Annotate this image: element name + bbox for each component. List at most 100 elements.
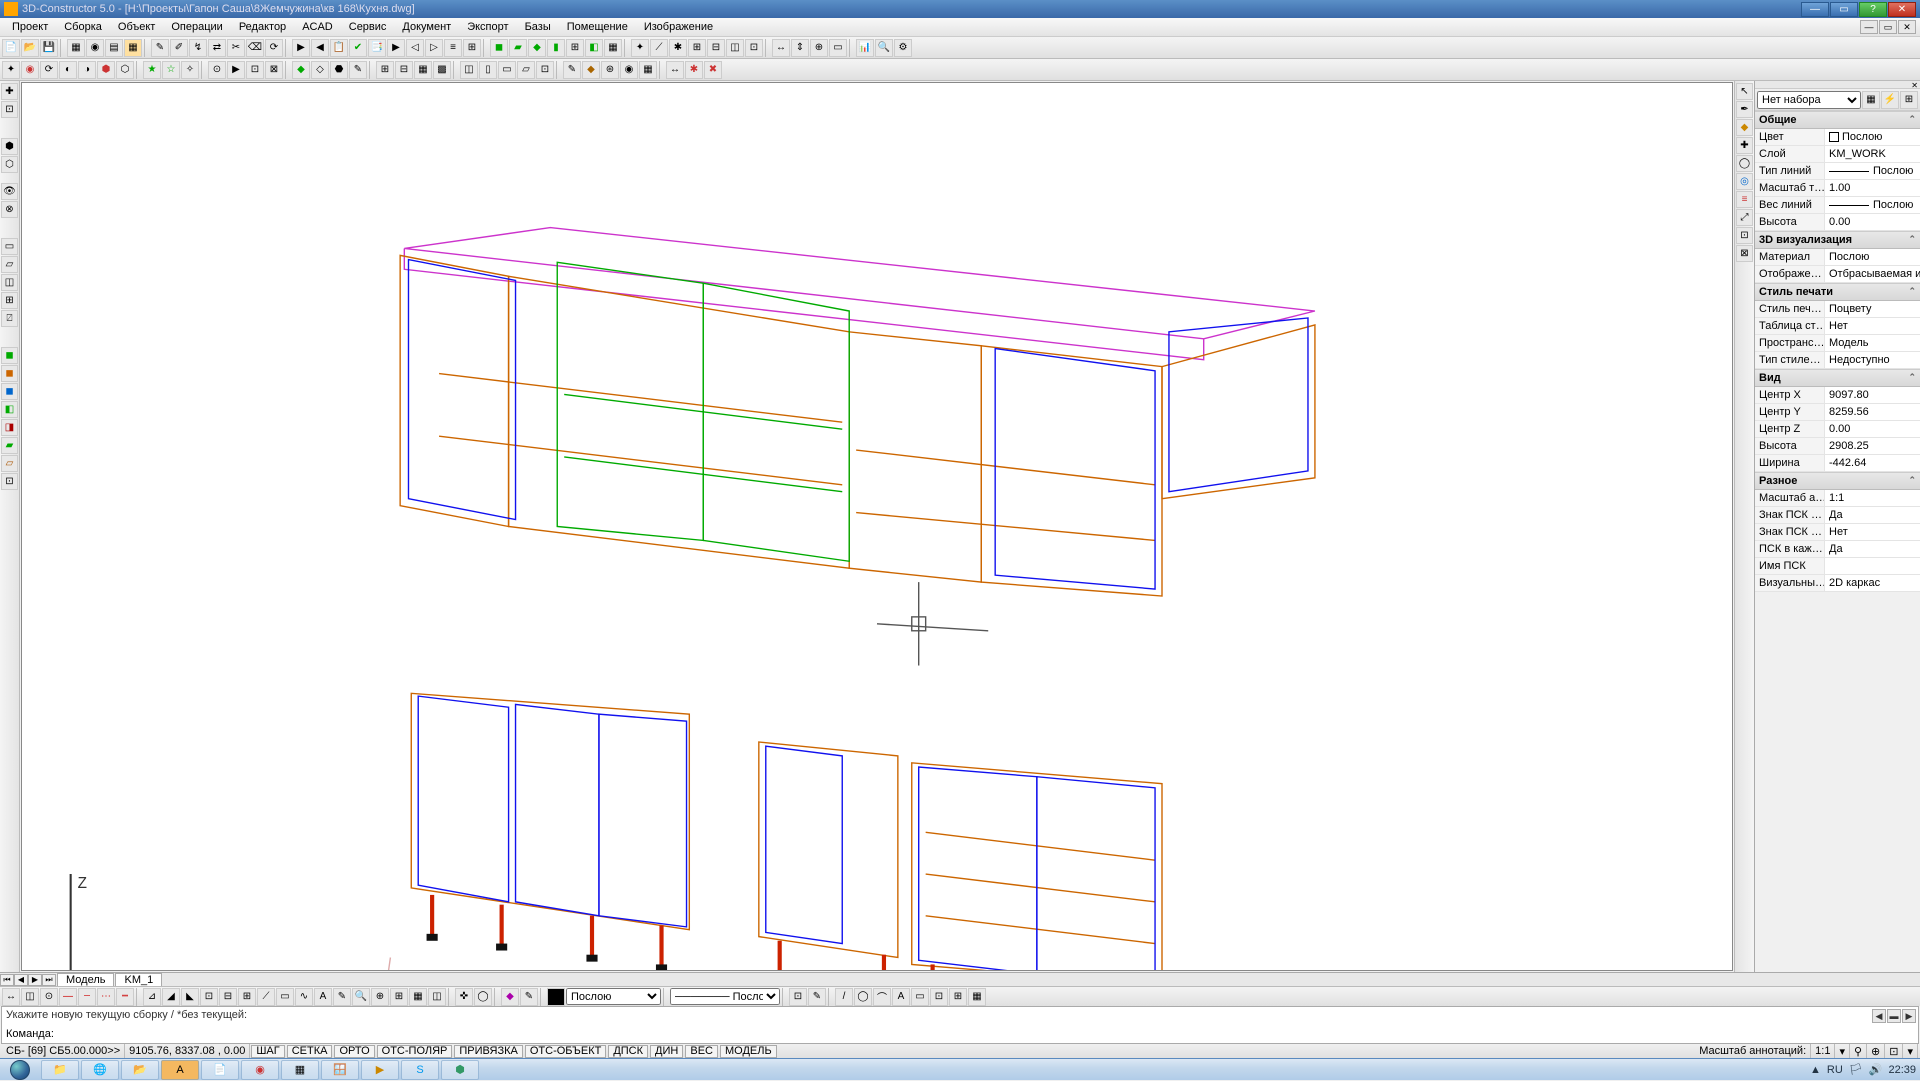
tool-icon[interactable]: ✂: [227, 39, 245, 57]
prop-row[interactable]: МатериалПослою: [1755, 249, 1920, 266]
tool-icon[interactable]: ┄: [78, 988, 96, 1006]
tool-icon[interactable]: ✚: [1, 83, 18, 100]
tool-icon[interactable]: ✖: [704, 61, 722, 79]
tool-icon[interactable]: ◼: [1, 365, 18, 382]
tool-icon[interactable]: ⊗: [1, 201, 18, 218]
tool-icon[interactable]: ∿: [295, 988, 313, 1006]
tool-icon[interactable]: ◫: [428, 988, 446, 1006]
tool-icon[interactable]: ⟋: [650, 39, 668, 57]
tool-icon[interactable]: ↔: [2, 988, 20, 1006]
toggle-lwt[interactable]: ВЕС: [685, 1045, 718, 1058]
status-icon[interactable]: ⚲: [1850, 1044, 1867, 1058]
tool-icon[interactable]: ▭: [498, 61, 516, 79]
tool-icon[interactable]: —: [59, 988, 77, 1006]
tool-icon[interactable]: ⊡: [1, 101, 18, 118]
save-icon[interactable]: 💾: [40, 39, 58, 57]
tool-icon[interactable]: ▰: [509, 39, 527, 57]
toggle-polar[interactable]: ОТС-ПОЛЯР: [377, 1045, 453, 1058]
prop-row[interactable]: Таблица ст…Нет: [1755, 318, 1920, 335]
toggle-snap[interactable]: ШАГ: [251, 1045, 284, 1058]
toggle-dyn[interactable]: ДИН: [650, 1045, 683, 1058]
prop-tool-icon[interactable]: ▦: [1862, 91, 1880, 109]
tool-icon[interactable]: ◐: [59, 61, 77, 79]
tool-icon[interactable]: ✚: [1736, 137, 1753, 154]
tool-icon[interactable]: ▦: [968, 988, 986, 1006]
tool-icon[interactable]: ⊡: [200, 988, 218, 1006]
tool-icon[interactable]: 👁: [1, 183, 18, 200]
tool-icon[interactable]: ⊛: [601, 61, 619, 79]
tool-icon[interactable]: ✐: [170, 39, 188, 57]
tool-icon[interactable]: ⇕: [791, 39, 809, 57]
prop-row[interactable]: Отображе…Отбрасываемая и…: [1755, 266, 1920, 283]
tool-icon[interactable]: ✒: [1736, 101, 1753, 118]
close-button[interactable]: ✕: [1888, 2, 1916, 17]
prop-row[interactable]: Высота2908.25: [1755, 438, 1920, 455]
tool-icon[interactable]: ⊟: [395, 61, 413, 79]
prop-row[interactable]: Центр Y8259.56: [1755, 404, 1920, 421]
tool-icon[interactable]: ⤢: [1736, 209, 1753, 226]
task-item[interactable]: ▦: [281, 1060, 319, 1080]
tool-icon[interactable]: ▤: [105, 39, 123, 57]
tool-icon[interactable]: ▦: [67, 39, 85, 57]
tool-icon[interactable]: 📑: [368, 39, 386, 57]
tool-icon[interactable]: ▶: [387, 39, 405, 57]
toggle-ortho[interactable]: ОРТО: [334, 1045, 374, 1058]
tool-icon[interactable]: ☆: [162, 61, 180, 79]
tool-icon[interactable]: ⊞: [688, 39, 706, 57]
prop-section-header[interactable]: Общие⌃: [1755, 111, 1920, 129]
tool-icon[interactable]: ⊡: [930, 988, 948, 1006]
tool-icon[interactable]: ▷: [425, 39, 443, 57]
scroll-thumb[interactable]: ▬: [1887, 1009, 1901, 1023]
linetype-dropdown[interactable]: ─────── Послою: [670, 988, 780, 1005]
tool-icon[interactable]: ◫: [21, 988, 39, 1006]
tool-icon[interactable]: ⌫: [246, 39, 264, 57]
tool-icon[interactable]: ⊡: [789, 988, 807, 1006]
prop-row[interactable]: Стиль печ…Поцвету: [1755, 301, 1920, 318]
tool-icon[interactable]: ⚙: [894, 39, 912, 57]
status-icon[interactable]: ▾: [1903, 1044, 1918, 1058]
tool-icon[interactable]: ◨: [1, 419, 18, 436]
tool-icon[interactable]: ✦: [2, 61, 20, 79]
menu-editor[interactable]: Редактор: [231, 19, 294, 35]
tool-icon[interactable]: ▯: [479, 61, 497, 79]
tool-icon[interactable]: ⊡: [246, 61, 264, 79]
tool-icon[interactable]: A: [314, 988, 332, 1006]
tool-icon[interactable]: ⊟: [219, 988, 237, 1006]
tab-prev[interactable]: ◀: [14, 974, 28, 986]
tool-icon[interactable]: ⟳: [40, 61, 58, 79]
prop-row[interactable]: Тип стиле…Недоступно: [1755, 352, 1920, 369]
tool-icon[interactable]: ⊙: [208, 61, 226, 79]
tool-icon[interactable]: ⊙: [40, 988, 58, 1006]
tool-icon[interactable]: ⬡: [1, 156, 18, 173]
tool-icon[interactable]: ⊞: [390, 988, 408, 1006]
tool-icon[interactable]: ▱: [1, 256, 18, 273]
task-item[interactable]: 🪟: [321, 1060, 359, 1080]
prop-row[interactable]: Имя ПСК: [1755, 558, 1920, 575]
mdi-minimize[interactable]: —: [1860, 20, 1878, 34]
tool-icon[interactable]: ◑: [78, 61, 96, 79]
tool-icon[interactable]: ▭: [276, 988, 294, 1006]
selection-dropdown[interactable]: Нет набора: [1757, 91, 1861, 109]
tool-icon[interactable]: ✱: [669, 39, 687, 57]
prop-section-header[interactable]: 3D визуализация⌃: [1755, 231, 1920, 249]
tool-icon[interactable]: ⊕: [810, 39, 828, 57]
tool-icon[interactable]: ▭: [911, 988, 929, 1006]
open-icon[interactable]: 📂: [21, 39, 39, 57]
tool-icon[interactable]: ◆: [582, 61, 600, 79]
prop-row[interactable]: Пространс…Модель: [1755, 335, 1920, 352]
tool-icon[interactable]: ◯: [1736, 155, 1753, 172]
tool-icon[interactable]: ▦: [414, 61, 432, 79]
tool-icon[interactable]: 📋: [330, 39, 348, 57]
tool-icon[interactable]: A: [892, 988, 910, 1006]
menu-export[interactable]: Экспорт: [459, 19, 516, 35]
tool-icon[interactable]: ◆: [501, 988, 519, 1006]
menu-document[interactable]: Документ: [394, 19, 459, 35]
prop-row[interactable]: Тип линийПослою: [1755, 163, 1920, 180]
prop-row[interactable]: Центр X9097.80: [1755, 387, 1920, 404]
tool-icon[interactable]: ▩: [433, 61, 451, 79]
tool-icon[interactable]: ⬣: [330, 61, 348, 79]
tool-icon[interactable]: ⟳: [265, 39, 283, 57]
maximize-button[interactable]: ▭: [1830, 2, 1858, 17]
command-input[interactable]: [60, 1028, 1914, 1040]
prop-row[interactable]: Знак ПСК …Нет: [1755, 524, 1920, 541]
